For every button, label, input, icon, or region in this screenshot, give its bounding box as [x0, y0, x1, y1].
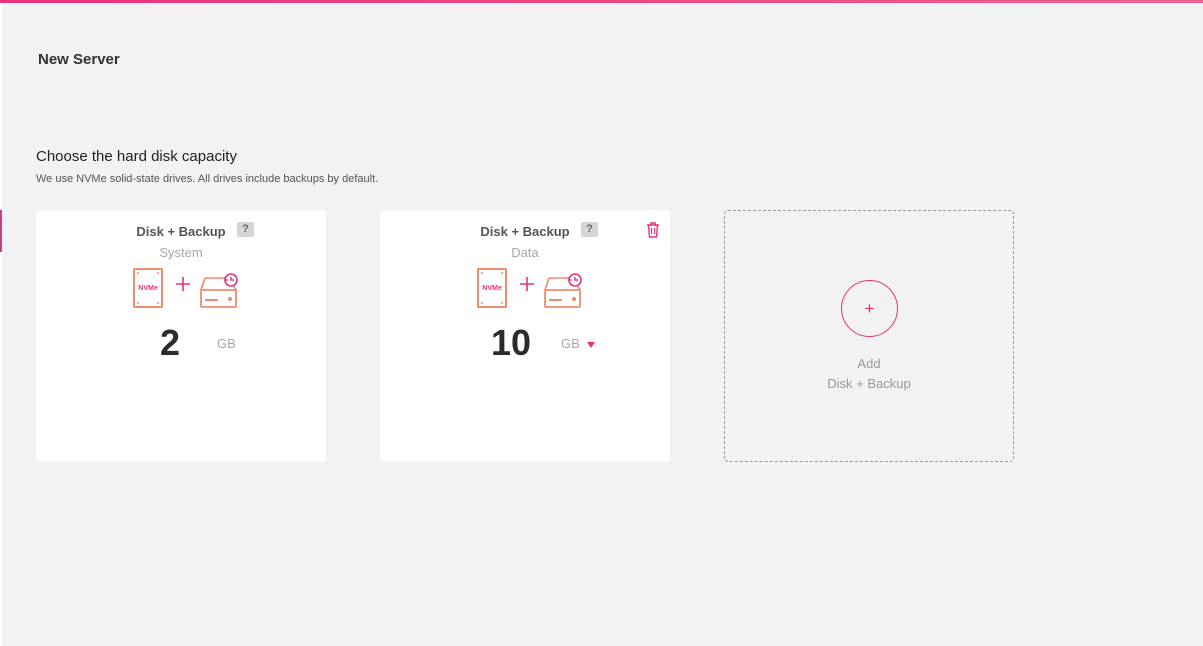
disk-size-unit: GB	[217, 336, 236, 351]
add-disk-label-line2: Disk + Backup	[827, 376, 911, 391]
backup-drive-icon	[200, 273, 238, 308]
disk-card-subtitle: System	[159, 245, 203, 260]
page-title: New Server	[38, 51, 120, 68]
add-disk-button[interactable]: +	[841, 280, 898, 337]
disk-card-system: Disk + Backup ? System NVMe 2 GB	[36, 210, 326, 462]
section-subtitle: We use NVMe solid-state drives. All driv…	[36, 173, 379, 185]
nvme-drive-icon: NVMe	[133, 268, 163, 308]
top-accent-bar	[0, 0, 1203, 3]
section-title: Choose the hard disk capacity	[36, 148, 237, 165]
nvme-drive-icon: NVMe	[477, 268, 507, 308]
add-disk-label: Add Disk + Backup	[725, 354, 1013, 394]
disk-size-value: 2	[160, 322, 181, 363]
add-disk-label-line1: Add	[857, 356, 881, 371]
help-button[interactable]: ?	[237, 222, 254, 237]
nvme-label: NVMe	[482, 285, 502, 292]
left-edge	[0, 3, 2, 646]
caret-down-icon[interactable]	[586, 341, 596, 349]
disk-card-title: Disk + Backup	[136, 224, 226, 239]
disk-card-title: Disk + Backup	[480, 224, 570, 239]
nvme-label: NVMe	[138, 285, 158, 292]
disk-size-value[interactable]: 10	[491, 322, 531, 364]
disk-card-data: Disk + Backup ? Data NVMe 10 GB	[380, 210, 670, 462]
add-disk-card[interactable]: + Add Disk + Backup	[724, 210, 1014, 462]
help-button[interactable]: ?	[581, 222, 598, 237]
backup-drive-icon	[544, 273, 582, 308]
plus-icon	[176, 277, 190, 291]
disk-card-subtitle: Data	[511, 245, 539, 260]
trash-icon[interactable]	[646, 222, 660, 238]
plus-icon	[520, 277, 534, 291]
left-step-marker	[0, 210, 2, 252]
disk-size-unit[interactable]: GB	[561, 336, 580, 351]
